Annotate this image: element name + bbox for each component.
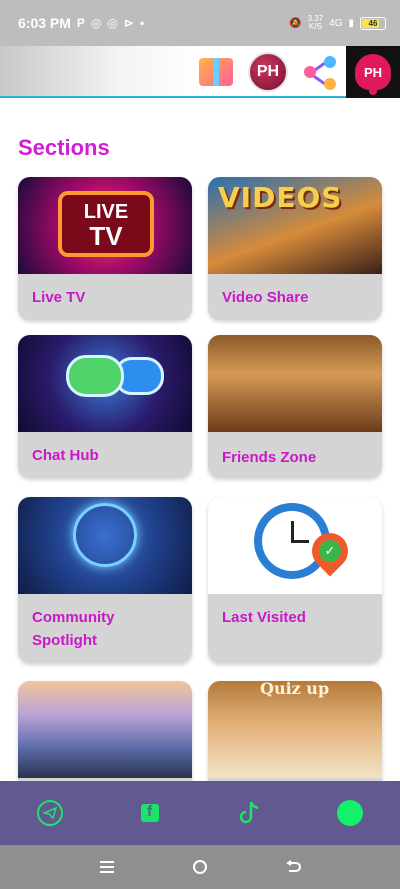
quiz-thumb-text: Quiz up: [260, 681, 330, 698]
card-label: Friends Zone: [222, 449, 317, 466]
p-app-icon: P: [76, 16, 85, 30]
quiz-study-image: Quiz up: [208, 681, 382, 778]
gift-box-icon[interactable]: [190, 46, 242, 98]
community-hologram-image: [18, 497, 192, 594]
card-label: Community Spotlight: [32, 609, 115, 649]
status-left: 6:03 PM P ◎ ◎ ⊳ •: [18, 15, 144, 31]
mute-icon: 🔕: [289, 17, 302, 29]
bottom-nav: [0, 781, 400, 845]
whatsapp-icon: ◎: [90, 16, 102, 30]
sections-title: Sections: [18, 135, 110, 160]
header-icons: PH PH: [190, 46, 400, 98]
card-label: Last Visited: [222, 609, 306, 626]
cafe-crowd-image: [208, 335, 382, 432]
tv-icon: LIVE TV: [58, 191, 154, 257]
card-chat-hub[interactable]: Chat Hub: [18, 335, 192, 478]
chat-bubbles-image: [18, 335, 192, 432]
card-community-spotlight[interactable]: Community Spotlight: [18, 497, 192, 663]
live-tv-thumb-text-2: TV: [89, 221, 123, 251]
status-right: 🔕 3.37 K/S 4G ▮ 46: [289, 15, 386, 31]
ph-logo[interactable]: PH: [242, 46, 294, 98]
card-friends-zone[interactable]: Friends Zone: [208, 335, 382, 478]
network-type: 4G: [329, 17, 343, 29]
whatsapp-icon-2: ◎: [107, 16, 118, 30]
back-icon[interactable]: [278, 852, 308, 882]
system-nav: [0, 845, 400, 889]
app-header: PH PH: [0, 46, 400, 98]
share-nodes-icon[interactable]: [294, 46, 346, 98]
facebook-icon[interactable]: [130, 793, 170, 833]
card-label: Live TV: [32, 289, 86, 306]
play-circle-icon: ⊳: [123, 16, 134, 30]
network-speed-unit: K/S: [308, 22, 322, 31]
signal-icon: ▮: [348, 17, 354, 29]
card-last-visited[interactable]: ✓ Last Visited: [208, 497, 382, 663]
hologram-ring-icon: [73, 503, 137, 567]
more-notifications-dot-icon: •: [139, 16, 145, 30]
ph-logo-text: PH: [248, 52, 288, 92]
network-speed: 3.37 K/S: [308, 15, 324, 31]
video-thumb-text: VIDEOS: [218, 181, 343, 214]
video-collage-image: VIDEOS: [208, 177, 382, 274]
card-label: Video Share: [222, 289, 309, 306]
status-time: 6:03 PM: [18, 15, 71, 31]
fantasy-castle-image: [18, 681, 192, 778]
menu-icon[interactable]: [92, 852, 122, 882]
tiktok-icon[interactable]: [230, 793, 270, 833]
notification-bell-icon[interactable]: PH: [346, 46, 400, 98]
card-live-tv[interactable]: LIVE TV Live TV: [18, 177, 192, 320]
status-bar: 6:03 PM P ◎ ◎ ⊳ • 🔕 3.37 K/S 4G ▮ 46: [0, 0, 400, 46]
clock-location-image: ✓: [208, 497, 382, 594]
battery-level: 46: [368, 18, 378, 28]
card-label: Chat Hub: [32, 447, 99, 464]
bell-ph-text: PH: [355, 54, 391, 95]
live-tv-image: LIVE TV: [18, 177, 192, 274]
chat-bubble-green-icon: [66, 355, 124, 397]
home-icon[interactable]: [185, 852, 215, 882]
status-dot-icon[interactable]: [330, 793, 370, 833]
card-video-share[interactable]: VIDEOS Video Share: [208, 177, 382, 320]
telegram-icon[interactable]: [30, 793, 70, 833]
battery-icon: 46: [360, 16, 386, 30]
